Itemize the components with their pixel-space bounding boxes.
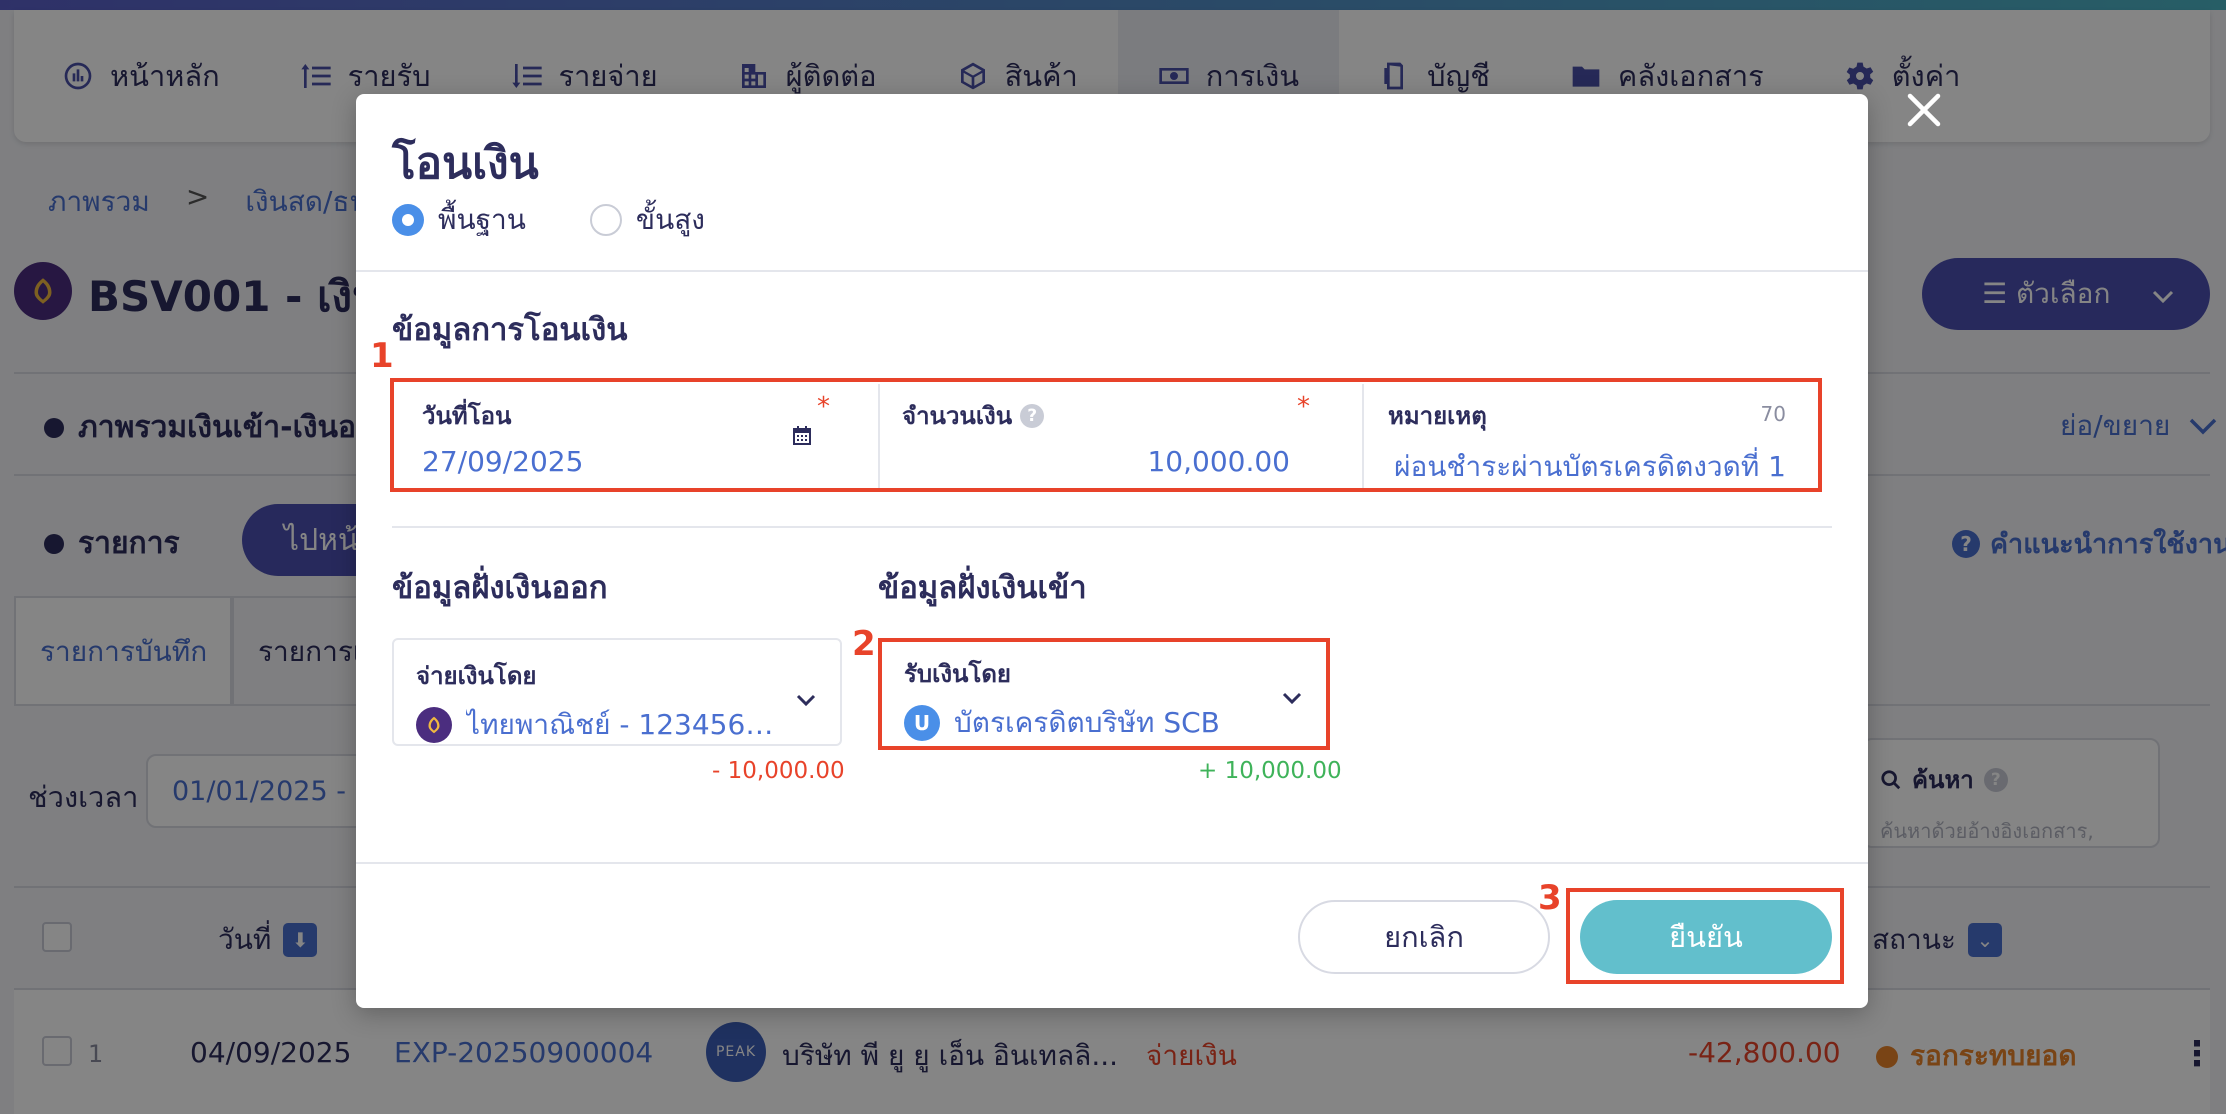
field-label: จ่ายเงินโดย	[416, 662, 537, 690]
modal-divider	[356, 862, 1868, 864]
step-marker-2: 2	[852, 624, 876, 664]
amount-field[interactable]: จำนวนเงิน? 10,000.00 *	[880, 380, 1322, 484]
modal-divider	[392, 526, 1832, 528]
cancel-button[interactable]: ยกเลิก	[1298, 900, 1550, 974]
radio-advanced[interactable]: ขั้นสูง	[589, 198, 705, 242]
required-marker: *	[1297, 392, 1310, 422]
account-avatar: U	[904, 705, 940, 741]
transfer-section-title: ข้อมูลการโอนเงิน	[392, 312, 628, 348]
field-label: หมายเหตุ	[1388, 402, 1487, 430]
step-marker-3: 3	[1538, 878, 1562, 918]
radio-unchecked-icon	[589, 204, 622, 236]
pay-from-select[interactable]: จ่ายเงินโดย ไทยพาณิชย์ - 1234567...	[392, 638, 842, 746]
transfer-date-field[interactable]: วันที่โอน 27/09/2025 *	[400, 380, 842, 484]
field-label: รับเงินโดย	[904, 660, 1011, 688]
confirm-label: ยืนยัน	[1669, 920, 1743, 954]
modal-divider	[356, 270, 1868, 272]
note-field[interactable]: หมายเหตุ ผ่อนชำระผ่านบัตรเครดิตงวดที่ 1 …	[1366, 380, 1816, 484]
step-marker-1: 1	[370, 336, 394, 376]
calendar-icon[interactable]	[790, 424, 814, 448]
amount-value: 10,000.00	[1147, 445, 1290, 478]
incoming-section-title: ข้อมูลฝั่งเงินเข้า	[878, 570, 1087, 606]
receive-by-value: บัตรเครดิตบริษัท SCB	[954, 706, 1220, 739]
required-marker: *	[817, 392, 830, 422]
field-separator	[1362, 384, 1364, 488]
radio-checked-icon	[392, 204, 424, 236]
cancel-label: ยกเลิก	[1384, 920, 1464, 954]
receive-by-select[interactable]: รับเงินโดย U บัตรเครดิตบริษัท SCB	[882, 638, 1326, 746]
outgoing-amount: - 10,000.00	[712, 758, 845, 784]
radio-basic[interactable]: พื้นฐาน	[392, 198, 526, 242]
radio-label: ขั้นสูง	[635, 203, 705, 236]
chevron-down-icon	[1282, 692, 1302, 705]
modal-title: โอนเงิน	[392, 138, 539, 189]
transfer-date-value: 27/09/2025	[422, 445, 584, 478]
char-counter: 70	[1760, 402, 1786, 426]
field-label: วันที่โอน	[422, 402, 512, 430]
radio-label: พื้นฐาน	[438, 203, 526, 236]
chevron-down-icon	[796, 694, 816, 707]
transfer-modal: โอนเงิน พื้นฐาน ขั้นสูง ข้อมูลการโอนเงิน…	[356, 94, 1868, 1008]
note-value: ผ่อนชำระผ่านบัตรเครดิตงวดที่ 1	[1394, 450, 1786, 483]
confirm-button[interactable]: ยืนยัน	[1580, 900, 1832, 974]
help-icon: ?	[1020, 403, 1045, 428]
close-icon[interactable]	[1900, 86, 1948, 134]
bank-logo-icon	[416, 707, 452, 743]
pay-from-value: ไทยพาณิชย์ - 1234567...	[466, 708, 776, 741]
mode-radio-group: พื้นฐาน ขั้นสูง	[392, 198, 705, 242]
incoming-amount: + 10,000.00	[1198, 758, 1342, 784]
field-label: จำนวนเงิน	[902, 402, 1013, 430]
outgoing-section-title: ข้อมูลฝั่งเงินออก	[392, 570, 608, 606]
